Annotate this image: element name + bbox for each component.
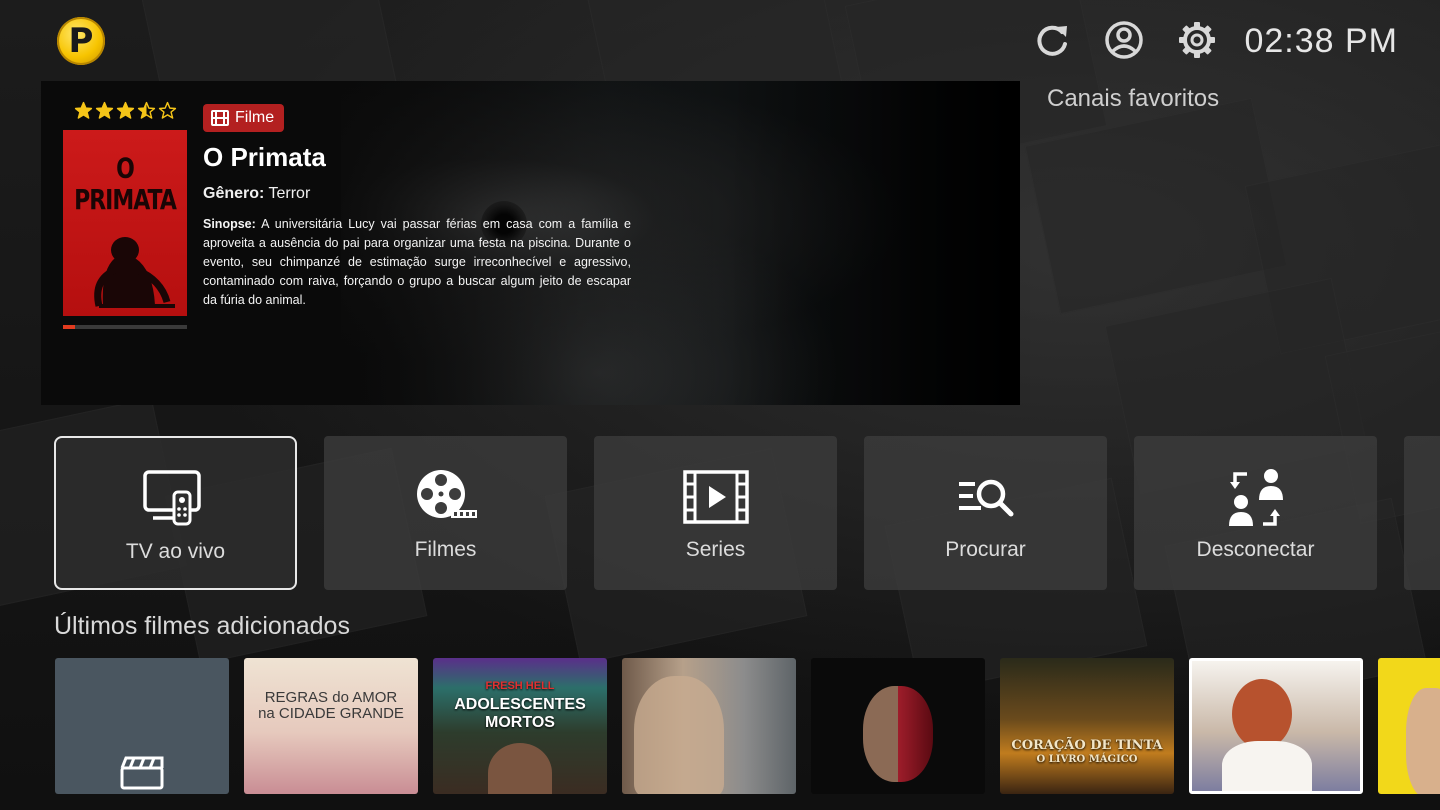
clock: 02:38 PM — [1244, 22, 1398, 60]
menu-label: Desconectar — [1196, 538, 1315, 561]
thumb-title: REGRAS do AMOR na CIDADE GRANDE — [258, 689, 404, 722]
favorites-label[interactable]: Canais favoritos — [1047, 85, 1219, 113]
star-full-icon — [116, 101, 135, 119]
thumb-face — [1232, 679, 1292, 749]
switch-user-icon — [1228, 469, 1283, 526]
menu-tile-partial[interactable] — [1404, 436, 1440, 590]
type-badge: Filme — [203, 104, 285, 132]
chimpanzee-silhouette-icon — [94, 237, 175, 308]
tv-remote-icon — [142, 470, 201, 526]
menu-label: Filmes — [414, 538, 477, 561]
thumb-dress — [1222, 741, 1312, 791]
movie-thumb[interactable] — [55, 658, 229, 794]
featured-title: O Primata — [203, 142, 326, 172]
user-account-icon[interactable] — [1104, 20, 1144, 60]
featured-synopsis: Sinopse: A universitária Lucy vai passar… — [203, 215, 631, 310]
star-half-icon — [137, 101, 156, 119]
menu-tile-live-tv[interactable]: TV ao vivo — [54, 436, 297, 590]
film-reel-icon — [416, 470, 477, 518]
movie-thumb[interactable] — [1378, 658, 1440, 794]
genre-value: Terror — [268, 185, 311, 202]
menu-tile-search[interactable]: Procurar — [864, 436, 1107, 590]
search-list-icon — [958, 479, 1013, 517]
movie-thumb[interactable]: CORAÇÃO DE TINTA O LIVRO MÁGICO — [1000, 658, 1174, 794]
movie-thumb[interactable] — [1189, 658, 1363, 794]
menu-tile-disconnect[interactable]: Desconectar — [1134, 436, 1377, 590]
menu-tile-series[interactable]: Series — [594, 436, 837, 590]
latest-movies-title: Últimos filmes adicionados — [54, 612, 350, 640]
thumb-title: ADOLESCENTES MORTOS — [454, 696, 586, 731]
menu-label: Series — [685, 538, 746, 561]
synopsis-text: A universitária Lucy vai passar férias e… — [203, 217, 631, 307]
menu-label: TV ao vivo — [125, 540, 226, 563]
settings-gear-icon[interactable] — [1177, 20, 1217, 60]
thumb-face — [1406, 688, 1440, 794]
video-play-icon — [682, 470, 749, 524]
thumb-title: CORAÇÃO DE TINTA — [1011, 738, 1163, 753]
star-empty-icon — [158, 101, 177, 119]
featured-progress-fill — [63, 325, 76, 329]
thumb-tag: FRESH HELL — [485, 680, 555, 692]
featured-genre: Gênero: Terror — [203, 185, 310, 203]
rating-stars — [74, 101, 177, 120]
logo-letter: P — [68, 21, 94, 61]
synopsis-label: Sinopse: — [203, 217, 256, 231]
movie-thumb[interactable] — [622, 658, 796, 794]
genre-label: Gênero: — [203, 185, 265, 202]
featured-progress-bar — [63, 325, 187, 329]
featured-poster[interactable]: O PRIMATA — [63, 130, 187, 316]
thumb-face — [488, 743, 552, 794]
menu-label: Procurar — [945, 538, 1026, 561]
film-strip-icon — [211, 110, 229, 126]
thumb-subtitle: O LIVRO MÁGICO — [1036, 754, 1138, 765]
star-full-icon — [74, 101, 93, 119]
movie-thumb[interactable]: REGRAS do AMOR na CIDADE GRANDE — [244, 658, 418, 794]
star-full-icon — [95, 101, 114, 119]
type-badge-label: Filme — [235, 109, 275, 126]
refresh-icon[interactable] — [1032, 20, 1072, 60]
thumb-face — [863, 686, 933, 782]
clapperboard-icon — [120, 756, 164, 790]
thumb-face — [634, 676, 724, 794]
app-logo: P — [57, 17, 105, 65]
movie-thumb[interactable] — [811, 658, 985, 794]
menu-tile-movies[interactable]: Filmes — [324, 436, 567, 590]
movie-thumb[interactable]: FRESH HELL ADOLESCENTES MORTOS — [433, 658, 607, 794]
